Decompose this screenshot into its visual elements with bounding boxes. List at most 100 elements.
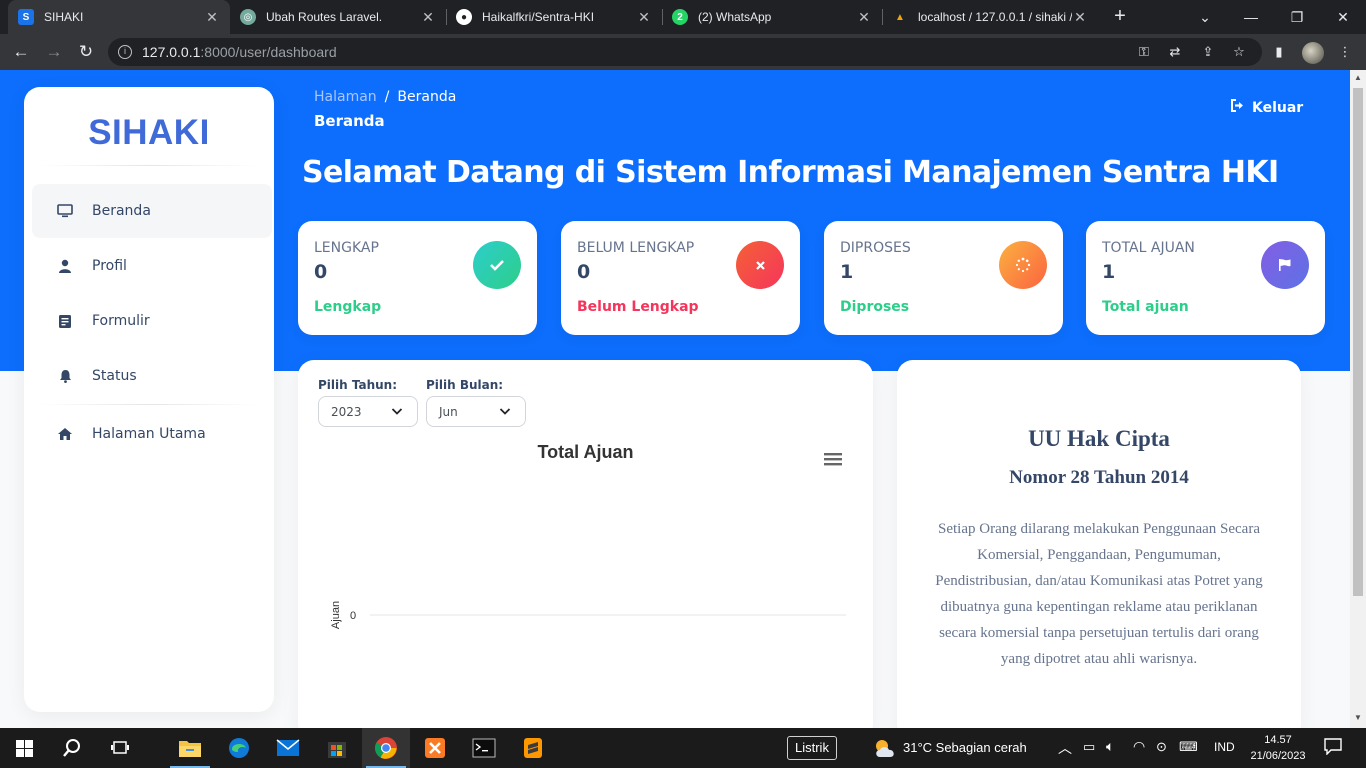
stat-value: 1 bbox=[840, 261, 854, 283]
profile-avatar[interactable] bbox=[1302, 42, 1324, 64]
close-tab-icon[interactable]: ✕ bbox=[856, 9, 872, 26]
breadcrumb-separator: / bbox=[384, 89, 390, 105]
tab-chatgpt[interactable]: ◎ Ubah Routes Laravel. ✕ bbox=[230, 0, 446, 34]
minimize-icon[interactable]: — bbox=[1228, 0, 1274, 34]
sidebar-item-profil[interactable]: Profil bbox=[32, 239, 272, 293]
sidebar-item-formulir[interactable]: Formulir bbox=[32, 294, 272, 348]
tab-github[interactable]: ● Haikalfkri/Sentra-HKI ✕ bbox=[446, 0, 662, 34]
law-title: UU Hak Cipta bbox=[1028, 426, 1170, 451]
mail-icon[interactable] bbox=[264, 728, 312, 768]
xampp-icon[interactable] bbox=[411, 728, 459, 768]
listrik-widget[interactable]: Listrik bbox=[787, 736, 837, 760]
address-bar[interactable]: i 127.0.0.1:8000/user/dashboard bbox=[108, 38, 1262, 66]
stat-footer: Diproses bbox=[840, 299, 910, 315]
browser-tab-strip: S SIHAKI ✕ ◎ Ubah Routes Laravel. ✕ ● Ha… bbox=[0, 0, 1366, 34]
logout-label: Keluar bbox=[1252, 99, 1304, 116]
restore-icon[interactable]: ❐ bbox=[1274, 0, 1320, 34]
close-window-icon[interactable]: ✕ bbox=[1320, 0, 1366, 34]
sign-out-icon bbox=[1230, 99, 1245, 116]
chatgpt-favicon: ◎ bbox=[240, 9, 256, 25]
scrollbar-thumb[interactable] bbox=[1353, 88, 1363, 596]
battery-icon[interactable]: ▭ bbox=[1083, 739, 1095, 755]
weather-icon[interactable] bbox=[872, 737, 898, 764]
meet-now-icon[interactable]: ⊙ bbox=[1156, 739, 1167, 755]
month-select[interactable]: Jun bbox=[426, 396, 526, 427]
tab-search-icon[interactable]: ⌄ bbox=[1182, 0, 1228, 34]
year-select[interactable]: 2023 bbox=[318, 396, 418, 427]
scroll-up-icon[interactable]: ▲ bbox=[1353, 73, 1363, 83]
volume-icon[interactable]: 🔈︎ bbox=[1106, 738, 1114, 755]
close-tab-icon[interactable]: ✕ bbox=[204, 9, 220, 26]
sidebar-item-label: Halaman Utama bbox=[92, 426, 206, 442]
close-tab-icon[interactable]: ✕ bbox=[420, 9, 436, 26]
chart-title: Total Ajuan bbox=[537, 442, 634, 462]
flag-icon bbox=[1261, 241, 1309, 289]
notification-icon[interactable] bbox=[1324, 737, 1342, 760]
file-explorer-icon[interactable] bbox=[166, 728, 214, 768]
chrome-icon[interactable] bbox=[362, 728, 410, 768]
scroll-down-icon[interactable]: ▼ bbox=[1353, 713, 1363, 723]
sublime-text-icon[interactable] bbox=[509, 728, 557, 768]
stat-footer: Total ajuan bbox=[1102, 299, 1189, 315]
task-view-icon[interactable] bbox=[96, 728, 144, 768]
year-filter-label: Pilih Tahun: bbox=[318, 378, 398, 392]
tab-whatsapp[interactable]: 2 (2) WhatsApp ✕ bbox=[662, 0, 882, 34]
clock-time: 14.57 bbox=[1264, 734, 1292, 746]
y-axis-label: Ajuan bbox=[330, 601, 342, 629]
windows-taskbar: Listrik 31°C Sebagian cerah ︿ ▭ 🔈︎ ◠ ⊙ ⌨… bbox=[0, 728, 1366, 768]
bookmark-star-icon[interactable]: ☆ bbox=[1230, 43, 1248, 61]
weather-text[interactable]: 31°C Sebagian cerah bbox=[903, 740, 1027, 755]
brand-logo[interactable]: SIHAKI bbox=[24, 113, 274, 153]
translate-icon[interactable]: ⇄ bbox=[1166, 43, 1184, 61]
keyboard-icon[interactable]: ⌨ bbox=[1179, 739, 1198, 755]
back-icon[interactable]: ← bbox=[8, 39, 34, 65]
wifi-icon[interactable]: ◠ bbox=[1133, 738, 1145, 755]
times-icon bbox=[736, 241, 784, 289]
page-title: Beranda bbox=[314, 112, 385, 130]
close-tab-icon[interactable]: ✕ bbox=[636, 9, 652, 26]
sidebar-item-beranda[interactable]: Beranda bbox=[32, 184, 272, 238]
store-icon[interactable] bbox=[313, 728, 361, 768]
sidebar: SIHAKI Beranda Profil Formulir Status Ha… bbox=[24, 87, 274, 712]
site-info-icon[interactable]: i bbox=[118, 45, 132, 59]
sidebar-item-halaman-utama[interactable]: Halaman Utama bbox=[32, 407, 272, 461]
month-filter-label: Pilih Bulan: bbox=[426, 378, 504, 392]
page-scrollbar[interactable]: ▲ ▼ bbox=[1350, 70, 1366, 728]
hamburger-menu-icon[interactable] bbox=[824, 452, 842, 466]
language-indicator[interactable]: IND bbox=[1214, 740, 1235, 754]
key-icon[interactable]: ⚿ bbox=[1135, 43, 1153, 61]
search-icon[interactable] bbox=[48, 728, 96, 768]
logout-button[interactable]: Keluar bbox=[1230, 99, 1303, 116]
clock-date: 21/06/2023 bbox=[1250, 750, 1306, 762]
close-tab-icon[interactable]: ✕ bbox=[1072, 9, 1088, 26]
edge-icon[interactable] bbox=[215, 728, 263, 768]
tab-phpmyadmin[interactable]: ▲ localhost / 127.0.0.1 / sihaki / ... ✕ bbox=[882, 0, 1098, 34]
stat-label: LENGKAP bbox=[314, 240, 379, 256]
sihaki-favicon: S bbox=[18, 9, 34, 25]
share-icon[interactable]: ⇪ bbox=[1199, 43, 1217, 61]
system-clock[interactable]: 14.57 21/06/2023 bbox=[1246, 732, 1310, 764]
windows-start-icon[interactable] bbox=[0, 728, 48, 768]
stat-label: BELUM LENGKAP bbox=[577, 240, 695, 256]
reload-icon[interactable]: ↻ bbox=[73, 39, 99, 65]
sidebar-item-label: Status bbox=[92, 368, 137, 384]
sidebar-divider bbox=[40, 404, 258, 405]
github-favicon: ● bbox=[456, 9, 472, 25]
sidebar-item-status[interactable]: Status bbox=[32, 349, 272, 403]
page: SIHAKI Beranda Profil Formulir Status Ha… bbox=[0, 70, 1350, 728]
forward-icon[interactable]: → bbox=[41, 39, 67, 65]
home-icon bbox=[57, 426, 73, 442]
show-hidden-icons-icon[interactable]: ︿ bbox=[1058, 738, 1072, 758]
menu-dots-icon[interactable]: ⋮ bbox=[1336, 43, 1354, 61]
bell-icon bbox=[57, 368, 73, 384]
side-panel-icon[interactable]: ▮ bbox=[1270, 43, 1288, 61]
stat-value: 1 bbox=[1102, 261, 1116, 283]
stat-card-diproses: DIPROSES 1 Diproses bbox=[824, 221, 1063, 335]
new-tab-icon[interactable]: + bbox=[1109, 5, 1131, 27]
tab-title: SIHAKI bbox=[44, 10, 84, 24]
tab-sihaki[interactable]: S SIHAKI ✕ bbox=[8, 0, 230, 34]
whatsapp-favicon: 2 bbox=[672, 9, 688, 25]
year-select-value: 2023 bbox=[331, 404, 362, 419]
terminal-icon[interactable] bbox=[460, 728, 508, 768]
breadcrumb-root[interactable]: Halaman bbox=[314, 89, 377, 105]
